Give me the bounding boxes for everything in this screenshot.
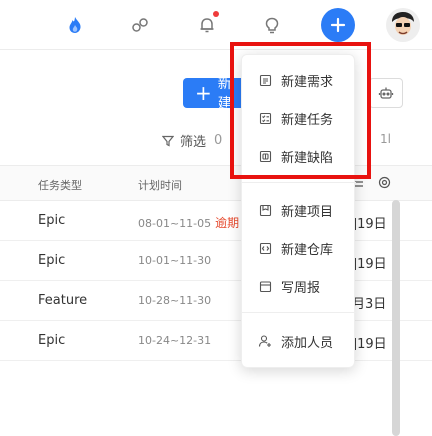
filter-label: 筛选 xyxy=(180,135,207,150)
cell-plan: 10-24~12-31 xyxy=(138,334,212,347)
bulb-icon[interactable] xyxy=(255,8,289,42)
menu-divider xyxy=(242,312,356,313)
cell-type: Epic xyxy=(38,333,66,348)
cell-date: ]19日 xyxy=(352,257,387,272)
menu-item-label: 新建项目 xyxy=(281,204,334,220)
fire-icon[interactable] xyxy=(58,8,92,42)
menu-item-label: 新建任务 xyxy=(281,112,334,128)
menu-item-new-repo[interactable]: 新建仓库 xyxy=(242,232,356,264)
menu-item-weekly-report[interactable]: 写周报 xyxy=(242,270,356,302)
gear-icon[interactable] xyxy=(378,176,391,192)
add-user-icon xyxy=(258,334,272,348)
link-icon[interactable] xyxy=(123,8,157,42)
cell-type: Feature xyxy=(38,293,88,308)
robot-button[interactable] xyxy=(369,78,403,108)
table-row[interactable]: Epic 10-01~11-30 ]19日 xyxy=(0,241,432,281)
menu-item-new-project[interactable]: 新建项目 xyxy=(242,194,356,226)
menu-item-label: 添加人员 xyxy=(281,335,334,351)
project-icon xyxy=(258,203,272,217)
menu-item-label: 新建仓库 xyxy=(281,242,334,258)
cell-plan: 08-01~11-05 逾期 xyxy=(138,214,239,231)
menu-divider xyxy=(242,182,356,183)
cell-date: ]19日 xyxy=(352,337,387,352)
bug-icon xyxy=(258,149,272,163)
vertical-scrollbar[interactable] xyxy=(392,200,400,436)
cell-type: Epic xyxy=(38,253,66,268)
cell-plan: 10-28~11-30 xyxy=(138,294,212,307)
filter-control[interactable]: 筛选 0 xyxy=(162,131,222,150)
menu-item-new-requirement[interactable]: 新建需求 xyxy=(242,64,356,96)
menu-item-new-bug[interactable]: 新建缺陷 xyxy=(242,140,356,172)
cell-date: 月3日 xyxy=(352,297,387,312)
bell-icon[interactable] xyxy=(190,8,224,42)
cell-date: ]19日 xyxy=(352,217,387,232)
menu-item-new-task[interactable]: 新建任务 xyxy=(242,102,356,134)
column-header-type[interactable]: 任务类型 xyxy=(38,177,82,193)
overdue-tag: 逾期 xyxy=(215,216,240,230)
plus-glyph: + xyxy=(195,81,212,105)
calendar-icon xyxy=(258,279,272,293)
robot-icon xyxy=(378,87,394,99)
truncated-text: 1l xyxy=(380,132,391,146)
avatar[interactable] xyxy=(386,8,420,42)
task-table: 任务类型 计划时间 Epic 08-01~11-05 逾期 ]19日 Epic 1… xyxy=(0,165,432,361)
menu-item-label: 写周报 xyxy=(281,280,321,296)
plan-range: 08-01~11-05 xyxy=(138,217,212,230)
menu-item-add-member[interactable]: 添加人员 xyxy=(242,325,356,357)
table-row[interactable]: Feature 10-28~11-30 月3日 xyxy=(0,281,432,321)
plus-icon[interactable] xyxy=(321,8,355,42)
new-button-label: 新建 xyxy=(217,76,232,112)
menu-item-label: 新建缺陷 xyxy=(281,150,334,166)
create-menu: 新建需求 新建任务 新建缺陷 新建项目 新建仓库 写周报 添加人员 xyxy=(241,54,356,368)
cell-plan: 10-01~11-30 xyxy=(138,254,212,267)
menu-item-label: 新建需求 xyxy=(281,74,334,90)
app-root: + 新建 筛选 0 1l 任务类型 计划时间 Epic 08-01~11-05 … xyxy=(0,0,432,436)
new-button[interactable]: + 新建 xyxy=(183,76,243,112)
filter-icon xyxy=(162,135,174,146)
top-bar xyxy=(0,0,432,50)
filter-count: 0 xyxy=(214,133,223,148)
cell-type: Epic xyxy=(38,213,66,228)
notification-badge xyxy=(213,11,219,17)
document-icon xyxy=(258,73,272,87)
checklist-icon xyxy=(258,111,272,125)
column-header-plan[interactable]: 计划时间 xyxy=(138,177,182,193)
table-header: 任务类型 计划时间 xyxy=(0,165,432,201)
table-row[interactable]: Epic 08-01~11-05 逾期 ]19日 xyxy=(0,201,432,241)
repo-icon xyxy=(258,241,272,255)
table-row[interactable]: Epic 10-24~12-31 ]19日 xyxy=(0,321,432,361)
